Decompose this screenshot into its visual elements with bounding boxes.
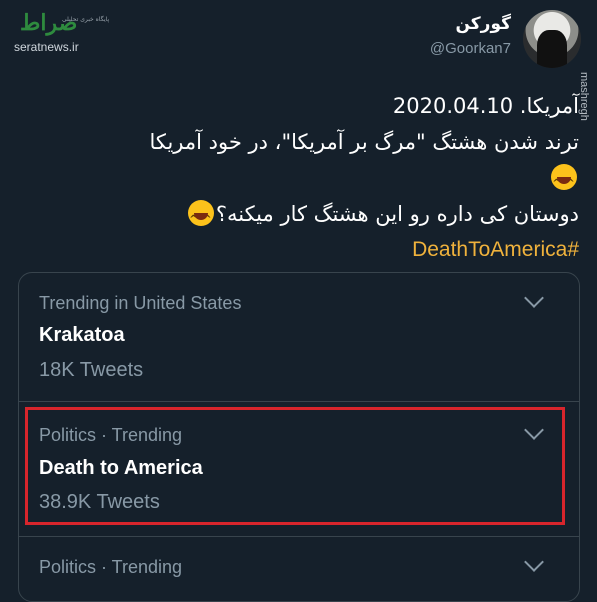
- chevron-down-icon[interactable]: [524, 288, 544, 308]
- tweet-line-emoji: [39, 160, 579, 202]
- tweet-line-question: دوستان کی داره رو این هشتگ کار میکنه؟: [39, 196, 579, 238]
- trends-card: Trending in United States Krakatoa 18K T…: [18, 272, 580, 602]
- tweet-line-date: آمریکا. 2020.04.10: [392, 94, 579, 118]
- avatar[interactable]: [523, 10, 581, 68]
- highlight-box: [25, 407, 565, 525]
- trend-context: Trending in United States: [39, 293, 242, 313]
- watermark-site-url: seratnews.ir: [14, 40, 79, 54]
- avatar-figure: [537, 30, 567, 68]
- tweet-question-text: دوستان کی داره رو این هشتگ کار میکنه؟: [215, 202, 579, 226]
- trend-tweet-count: 18K Tweets: [39, 359, 144, 381]
- trend-name: Krakatoa: [39, 324, 125, 346]
- user-handle[interactable]: @Goorkan7: [430, 40, 511, 57]
- watermark-tagline: پایگاه خبری تحلیلی: [62, 16, 110, 23]
- site-watermark: صراط پایگاه خبری تحلیلی seratnews.ir: [14, 10, 109, 55]
- watermark-logo: صراط: [20, 10, 78, 36]
- display-name[interactable]: گورکن: [455, 14, 511, 34]
- grinning-squinting-face-icon: [551, 164, 577, 202]
- tweet-line-trend: ترند شدن هشتگ "مرگ بر آمریکا"، در خود آم…: [149, 130, 579, 154]
- side-watermark: mashregh: [578, 72, 590, 121]
- chevron-down-icon[interactable]: [524, 552, 544, 572]
- trend-context: Politics · Trending: [39, 557, 183, 577]
- tweet-text: آمریکا. 2020.04.10 ترند شدن هشتگ "مرگ بر…: [39, 88, 579, 268]
- grinning-squinting-face-icon: [187, 200, 214, 238]
- trend-item[interactable]: Trending in United States Krakatoa 18K T…: [19, 273, 579, 401]
- trend-item[interactable]: Politics · Trending: [19, 537, 579, 601]
- hashtag-link[interactable]: #DeathToAmerica: [39, 232, 579, 268]
